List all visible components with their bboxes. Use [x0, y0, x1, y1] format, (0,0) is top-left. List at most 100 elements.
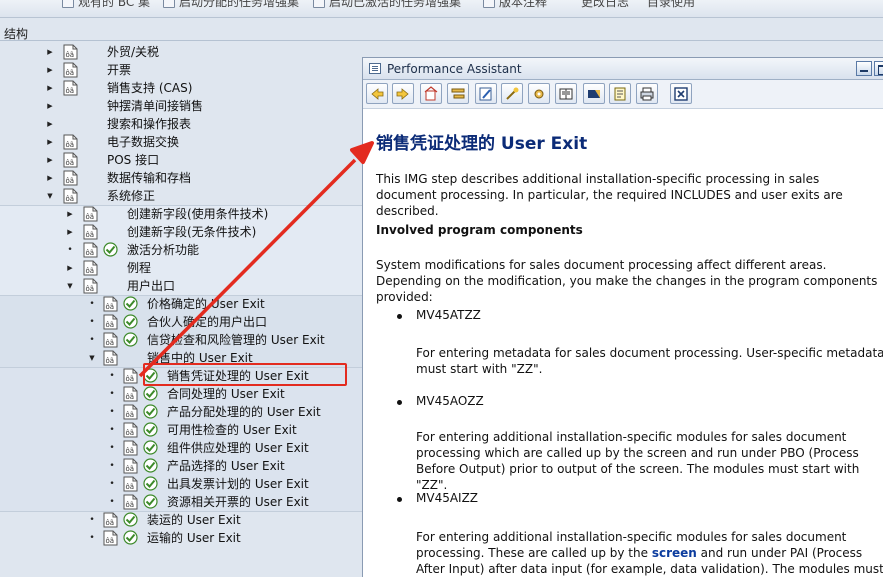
- tree-node[interactable]: ▼ ôã 系统修正: [0, 187, 365, 205]
- toolbar-item-active-enh[interactable]: 启动已激活的任务增强集: [313, 0, 461, 10]
- documentation-icon[interactable]: ôã: [103, 314, 118, 330]
- tree-node[interactable]: ▶ ôã 创建新字段(无条件技术): [0, 223, 365, 241]
- bookmark-button[interactable]: [583, 83, 605, 104]
- documentation-icon[interactable]: ôã: [63, 134, 78, 150]
- documentation-icon[interactable]: ôã: [123, 476, 138, 492]
- documentation-icon[interactable]: ôã: [123, 440, 138, 456]
- execute-icon[interactable]: [143, 476, 158, 491]
- expand-triangle-icon[interactable]: ▶: [45, 97, 55, 115]
- documentation-icon[interactable]: ôã: [123, 368, 138, 384]
- settings-button[interactable]: [528, 83, 550, 104]
- toolbar-item-assigned-enh[interactable]: 启动分配的任务增强集: [163, 0, 299, 10]
- toolbar-item-where-used[interactable]: 目录使用: [647, 0, 695, 10]
- collapse-triangle-icon[interactable]: ▼: [45, 187, 55, 205]
- tree-node[interactable]: ▶ ôã 外贸/关税: [0, 43, 365, 61]
- expand-triangle-icon[interactable]: ▶: [45, 79, 55, 97]
- documentation-icon[interactable]: ôã: [123, 404, 138, 420]
- documentation-icon[interactable]: ôã: [63, 170, 78, 186]
- back-button[interactable]: [366, 83, 388, 104]
- documentation-icon[interactable]: ôã: [103, 530, 118, 546]
- expand-triangle-icon[interactable]: ▶: [45, 61, 55, 79]
- tree-node[interactable]: ▶ ôã 创建新字段(使用条件技术): [0, 205, 365, 223]
- documentation-icon[interactable]: ôã: [83, 260, 98, 276]
- structure-button[interactable]: [447, 83, 469, 104]
- documentation-icon[interactable]: ôã: [123, 458, 138, 474]
- maximize-button[interactable]: [874, 61, 883, 76]
- home-button[interactable]: [420, 83, 442, 104]
- execute-icon[interactable]: [123, 530, 138, 545]
- expand-triangle-icon[interactable]: ▶: [65, 205, 75, 223]
- tree-node[interactable]: • ôã 价格确定的 User Exit: [0, 295, 365, 313]
- tree-node[interactable]: ▶ ôã 销售支持 (CAS): [0, 79, 365, 97]
- documentation-icon[interactable]: ôã: [63, 62, 78, 78]
- documentation-icon[interactable]: ôã: [83, 278, 98, 294]
- tree-node[interactable]: • ôã 组件供应处理的 User Exit: [0, 439, 365, 457]
- execute-icon[interactable]: [143, 386, 158, 401]
- documentation-icon[interactable]: ôã: [103, 332, 118, 348]
- execute-icon[interactable]: [103, 242, 118, 257]
- expand-triangle-icon[interactable]: ▶: [45, 115, 55, 133]
- execute-icon[interactable]: [123, 332, 138, 347]
- documentation-icon[interactable]: ôã: [63, 152, 78, 168]
- documentation-icon[interactable]: ôã: [83, 206, 98, 222]
- execute-icon[interactable]: [123, 314, 138, 329]
- execute-icon[interactable]: [123, 512, 138, 527]
- tree-node[interactable]: ▶ 搜索和操作报表: [0, 115, 365, 133]
- toolbar-item-change-log[interactable]: 更改日志: [581, 0, 629, 10]
- execute-icon[interactable]: [143, 422, 158, 437]
- documentation-icon[interactable]: ôã: [103, 350, 118, 366]
- documentation-icon[interactable]: ôã: [123, 422, 138, 438]
- notes-button[interactable]: [609, 83, 631, 104]
- close-button[interactable]: [670, 83, 692, 104]
- execute-icon[interactable]: [143, 440, 158, 455]
- tree-node[interactable]: • ôã 合伙人确定的用户出口: [0, 313, 365, 331]
- expand-triangle-icon[interactable]: ▶: [65, 223, 75, 241]
- edit-button[interactable]: [475, 83, 497, 104]
- expand-triangle-icon[interactable]: ▶: [45, 151, 55, 169]
- documentation-icon[interactable]: ôã: [63, 44, 78, 60]
- tree-node[interactable]: ▶ 钟摆清单间接销售: [0, 97, 365, 115]
- tree-node[interactable]: • ôã 出具发票计划的 User Exit: [0, 475, 365, 493]
- toolbar-item-release-notes[interactable]: 版本注释: [483, 0, 547, 10]
- tree-node[interactable]: • ôã 合同处理的 User Exit: [0, 385, 365, 403]
- tree-node[interactable]: • ôã 资源相关开票的 User Exit: [0, 493, 365, 511]
- tree-node[interactable]: • ôã 信贷检查和风险管理的 User Exit: [0, 331, 365, 349]
- tree-node[interactable]: ▶ ôã 例程: [0, 259, 365, 277]
- forward-button[interactable]: [392, 83, 414, 104]
- toolbar-item-bc-sets[interactable]: 观有的 BC 集: [62, 0, 150, 10]
- documentation-icon[interactable]: ôã: [63, 188, 78, 204]
- tools-button[interactable]: [501, 83, 523, 104]
- minimize-button[interactable]: [856, 61, 872, 76]
- expand-triangle-icon[interactable]: ▶: [45, 169, 55, 187]
- tree-node[interactable]: ▼ ôã 用户出口: [0, 277, 365, 295]
- print-button[interactable]: [636, 83, 658, 104]
- documentation-icon[interactable]: ôã: [103, 296, 118, 312]
- expand-triangle-icon[interactable]: ▶: [45, 133, 55, 151]
- documentation-icon[interactable]: ôã: [103, 512, 118, 528]
- documentation-icon[interactable]: ôã: [63, 80, 78, 96]
- execute-icon[interactable]: [143, 404, 158, 419]
- tree-node[interactable]: • ôã 运输的 User Exit: [0, 529, 365, 547]
- documentation-icon[interactable]: ôã: [123, 494, 138, 510]
- book-button[interactable]: [555, 83, 577, 104]
- tree-node[interactable]: • ôã 产品选择的 User Exit: [0, 457, 365, 475]
- execute-icon[interactable]: [143, 458, 158, 473]
- tree-node[interactable]: ▶ ôã POS 接口: [0, 151, 365, 169]
- tree-node[interactable]: ▶ ôã 开票: [0, 61, 365, 79]
- execute-icon[interactable]: [123, 296, 138, 311]
- tree-node[interactable]: • ôã 可用性检查的 User Exit: [0, 421, 365, 439]
- tree-node[interactable]: • ôã 产品分配处理的的 User Exit: [0, 403, 365, 421]
- screen-link[interactable]: screen: [652, 546, 697, 560]
- tree-node[interactable]: • ôã 装运的 User Exit: [0, 511, 365, 529]
- expand-triangle-icon[interactable]: ▶: [45, 43, 55, 61]
- documentation-icon[interactable]: ôã: [83, 242, 98, 258]
- documentation-icon[interactable]: ôã: [83, 224, 98, 240]
- collapse-triangle-icon[interactable]: ▼: [65, 277, 75, 295]
- execute-icon[interactable]: [143, 494, 158, 509]
- tree-node[interactable]: • ôã 激活分析功能: [0, 241, 365, 259]
- expand-triangle-icon[interactable]: ▶: [65, 259, 75, 277]
- collapse-triangle-icon[interactable]: ▼: [87, 349, 97, 367]
- tree-node[interactable]: ▶ ôã 电子数据交换: [0, 133, 365, 151]
- documentation-icon[interactable]: ôã: [123, 386, 138, 402]
- tree-node[interactable]: ▶ ôã 数据传输和存档: [0, 169, 365, 187]
